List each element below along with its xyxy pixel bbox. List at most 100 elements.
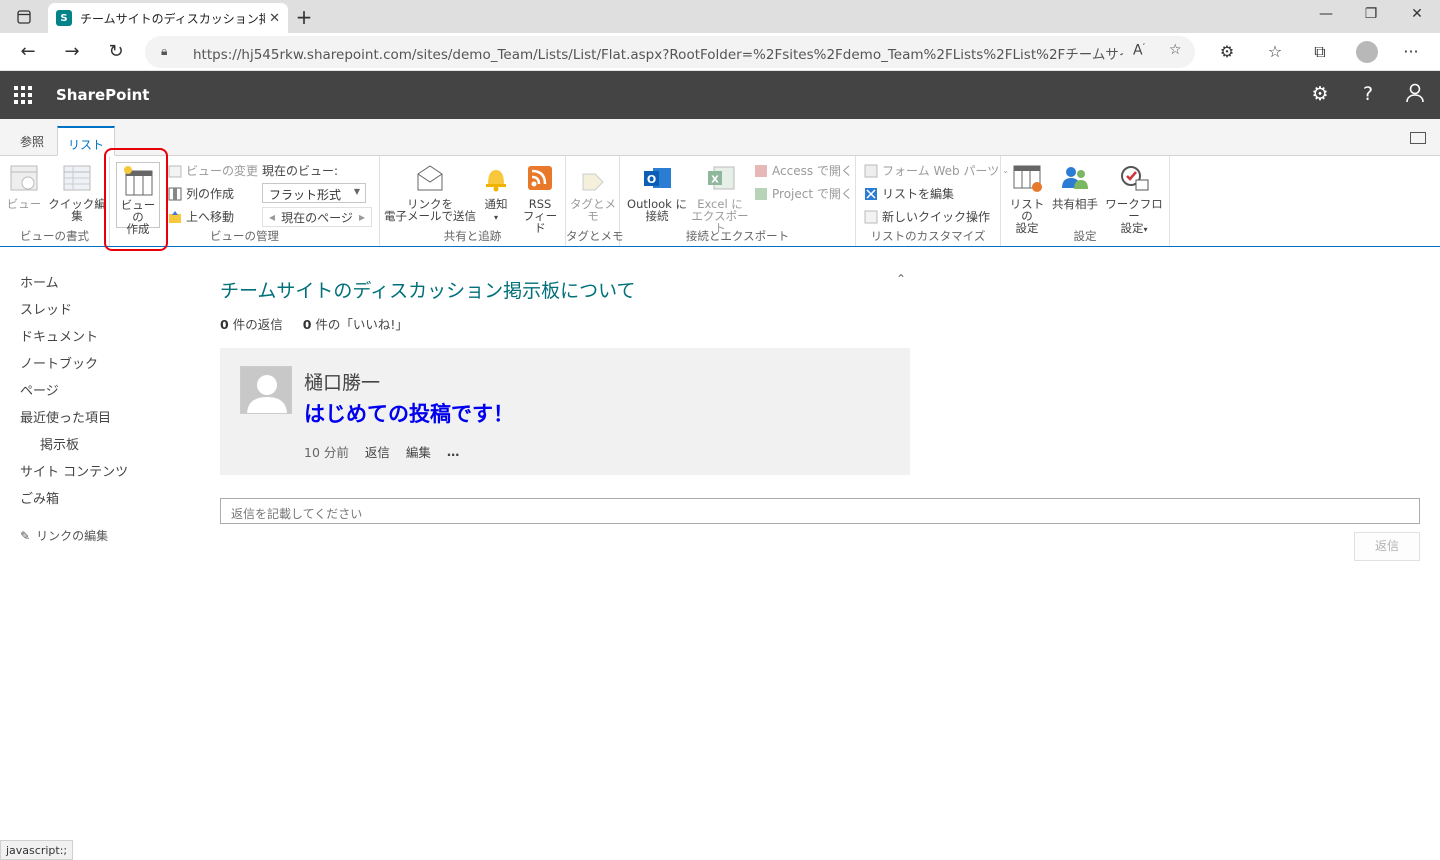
- user-icon[interactable]: [1403, 83, 1427, 108]
- browser-tab[interactable]: S チームサイトのディスカッション掲示板に ✕: [48, 3, 288, 33]
- restore-icon[interactable]: ❐: [1356, 6, 1386, 22]
- nav-item-discussion-board[interactable]: 掲示板: [20, 434, 128, 461]
- group-label: リストのカスタマイズ: [870, 229, 986, 243]
- open-access-button[interactable]: Access で開く: [754, 162, 853, 179]
- form-web-parts-button[interactable]: フォーム Web パーツ ⌄: [864, 162, 1009, 179]
- alert-me-button[interactable]: 通知 ▾: [480, 162, 512, 224]
- discussion-post: 樋口勝一 はじめての投稿です！ 10 分前 返信 編集 …: [220, 348, 910, 475]
- new-tab-icon[interactable]: +: [292, 5, 316, 29]
- post-counts: 0 件の返信 0 件の「いいね!」: [220, 314, 408, 333]
- lock-icon[interactable]: 🔒︎: [161, 44, 167, 59]
- read-aloud-icon[interactable]: Aʼ: [1133, 42, 1145, 59]
- status-bar: javascript:;: [0, 840, 74, 860]
- nav-item-notebook[interactable]: ノートブック: [20, 353, 128, 380]
- like-count-label: 件の「いいね!」: [315, 317, 408, 332]
- sharepoint-favicon-icon: S: [56, 10, 72, 26]
- forward-icon[interactable]: →: [59, 40, 85, 64]
- new-quick-step-button[interactable]: 新しいクイック操作: [864, 208, 990, 225]
- group-label: ビューの書式: [20, 229, 89, 243]
- create-column-button[interactable]: 列の作成: [168, 185, 234, 202]
- highlight-annotation: [104, 148, 168, 251]
- tab-actions-icon[interactable]: [10, 5, 38, 29]
- like-count: 0: [302, 317, 312, 332]
- url-text[interactable]: https://hj545rkw.sharepoint.com/sites/de…: [193, 43, 1123, 63]
- tags-notes-button[interactable]: タグとメモ: [570, 162, 616, 222]
- shared-with-button[interactable]: 共有相手: [1049, 162, 1101, 210]
- modify-view-button[interactable]: ビューの変更 ⌄: [168, 162, 268, 179]
- app-launcher-icon[interactable]: [14, 86, 32, 104]
- reply-button[interactable]: 返信: [1354, 532, 1420, 561]
- nav-item-recycle-bin[interactable]: ごみ箱: [20, 488, 128, 515]
- current-view-label: 現在のビュー:: [262, 164, 339, 178]
- collapse-icon[interactable]: ⌃: [896, 272, 906, 286]
- nav-item-home[interactable]: ホーム: [20, 272, 128, 299]
- post-author[interactable]: 樋口勝一: [304, 368, 380, 395]
- group-label: タグとメモ: [566, 229, 624, 243]
- close-tab-icon[interactable]: ✕: [269, 11, 280, 26]
- refresh-icon[interactable]: ↻: [103, 40, 129, 64]
- next-page-icon[interactable]: ▸: [359, 210, 365, 224]
- chevron-down-icon: ▼: [353, 187, 360, 196]
- reply-input[interactable]: 返信を記載してください: [220, 498, 1420, 524]
- open-project-button[interactable]: Project で開く: [754, 185, 853, 202]
- rss-feed-button[interactable]: RSS フィード: [520, 162, 560, 234]
- minimize-icon[interactable]: —: [1311, 6, 1341, 22]
- post-edit-link[interactable]: 編集: [406, 442, 431, 461]
- help-icon[interactable]: ?: [1356, 83, 1380, 105]
- group-customize: フォーム Web パーツ ⌄ リストを編集 新しいクイック操作 リストのカスタマイ…: [856, 156, 1009, 246]
- back-icon[interactable]: ←: [15, 40, 41, 64]
- edit-links-button[interactable]: ✎ リンクの編集: [20, 527, 128, 544]
- nav-item-documents[interactable]: ドキュメント: [20, 326, 128, 353]
- nav-item-recent[interactable]: 最近使った項目: [20, 407, 128, 434]
- quick-edit-button[interactable]: クイック編集: [48, 162, 106, 222]
- workflow-settings-button[interactable]: ワークフロー 設定▾: [1103, 162, 1165, 236]
- pencil-icon: ✎: [20, 528, 31, 543]
- page-title: チームサイトのディスカッション掲示板について: [220, 280, 636, 302]
- left-navigation: ホーム スレッド ドキュメント ノートブック ページ 最近使った項目 掲示板 サ…: [20, 272, 128, 544]
- group-view-format: ビュー クイック編集 ビューの書式: [0, 156, 110, 246]
- focus-content-icon[interactable]: [1410, 132, 1426, 144]
- post-reply-link[interactable]: 返信: [365, 442, 390, 461]
- quick-step-icon: [864, 210, 878, 224]
- navigate-up-button[interactable]: 上へ移動: [168, 208, 234, 225]
- post-actions: 10 分前 返信 編集 …: [304, 442, 459, 461]
- add-favorite-icon[interactable]: ☆: [1169, 42, 1182, 58]
- group-settings: リストの 設定 共有相手 ワークフロー 設定▾ 設定: [1001, 156, 1170, 246]
- ribbon-tabs: 参照 リスト: [0, 119, 1440, 156]
- browser-toolbar: ← → ↻ 🔒︎ https://hj545rkw.sharepoint.com…: [0, 33, 1440, 71]
- author-avatar[interactable]: [240, 366, 292, 414]
- address-bar[interactable]: 🔒︎ https://hj545rkw.sharepoint.com/sites…: [145, 36, 1195, 68]
- edit-list-icon: [864, 187, 878, 201]
- list-settings-button[interactable]: リストの 設定: [1005, 162, 1049, 234]
- connect-outlook-button[interactable]: O Outlook に 接続: [626, 162, 688, 222]
- profile-avatar[interactable]: [1356, 41, 1378, 63]
- export-excel-button[interactable]: X Excel に エクスポート: [690, 162, 750, 234]
- close-window-icon[interactable]: ✕: [1402, 6, 1432, 22]
- tab-browse[interactable]: 参照: [20, 133, 44, 150]
- collections-icon[interactable]: ⧉: [1307, 42, 1333, 62]
- more-menu-icon[interactable]: ···: [1398, 42, 1424, 61]
- nav-item-site-contents[interactable]: サイト コンテンツ: [20, 461, 128, 488]
- settings-gear-icon[interactable]: ⚙︎: [1308, 83, 1332, 105]
- sharepoint-brand[interactable]: SharePoint: [56, 86, 149, 104]
- post-more-icon[interactable]: …: [447, 444, 460, 459]
- email-link-button[interactable]: リンクを 電子メールで送信: [384, 162, 476, 222]
- email-icon: [414, 162, 446, 194]
- access-icon: [754, 164, 768, 178]
- extensions-icon[interactable]: ⚙︎: [1214, 42, 1240, 61]
- edit-list-button[interactable]: リストを編集: [864, 185, 954, 202]
- ribbon: ビュー クイック編集 ビューの書式 ビューの 作成 ビューの変更 ⌄ 列の作成 上…: [0, 156, 1440, 247]
- group-label: 共有と追跡: [443, 229, 502, 243]
- view-button[interactable]: ビュー: [6, 162, 42, 210]
- nav-item-threads[interactable]: スレッド: [20, 299, 128, 326]
- create-column-icon: [168, 187, 182, 201]
- rss-icon: [524, 162, 556, 194]
- current-view-select[interactable]: フラット形式 ▼: [262, 183, 366, 203]
- prev-page-icon[interactable]: ◂: [269, 210, 275, 224]
- post-age: 10 分前: [304, 445, 349, 460]
- post-subject[interactable]: はじめての投稿です！: [304, 398, 514, 428]
- group-connect-export: O Outlook に 接続 X Excel に エクスポート Access で…: [620, 156, 856, 246]
- favorites-icon[interactable]: ☆: [1262, 42, 1288, 61]
- nav-item-pages[interactable]: ページ: [20, 380, 128, 407]
- current-page-pager[interactable]: ◂ 現在のページ ▸: [262, 207, 372, 227]
